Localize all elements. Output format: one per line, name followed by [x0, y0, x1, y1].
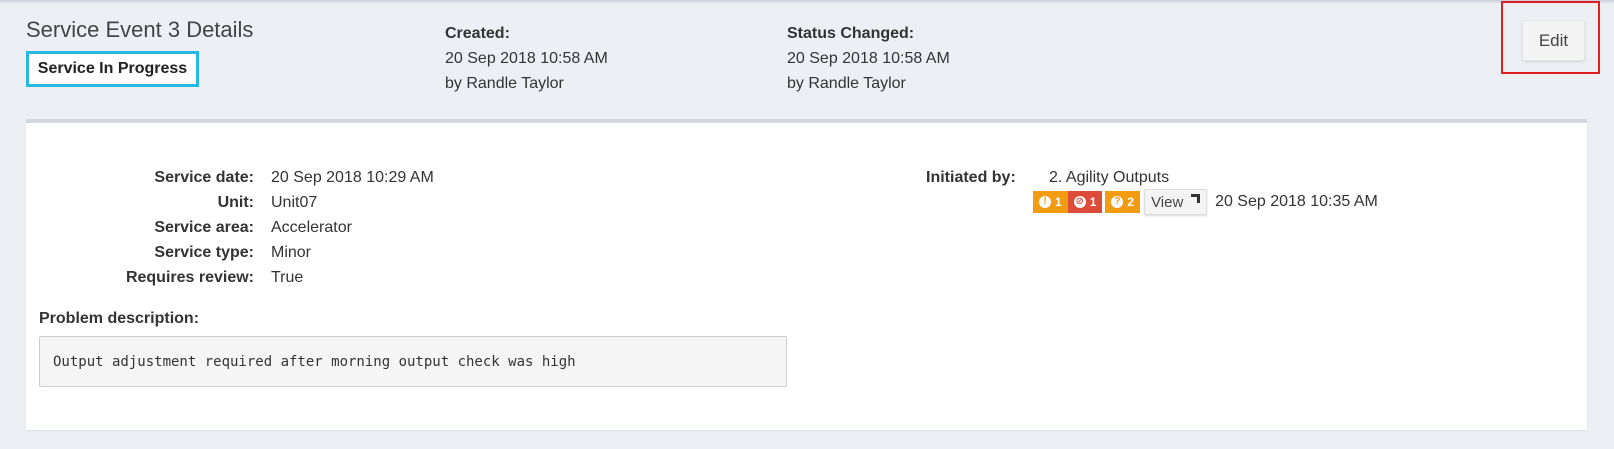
created-info: Created: 20 Sep 2018 10:58 AM by Randle …: [445, 21, 608, 96]
badge-count: 1: [1055, 195, 1062, 209]
question-badge: ? 2: [1105, 191, 1141, 213]
created-label: Created:: [445, 25, 510, 42]
created-datetime: 20 Sep 2018 10:58 AM: [445, 50, 608, 67]
badge-count: 1: [1089, 195, 1097, 209]
edit-highlight: Edit: [1501, 1, 1600, 74]
status-changed-datetime: 20 Sep 2018 10:58 AM: [787, 50, 950, 67]
detail-label: Service area:: [154, 219, 254, 236]
detail-row-service-type: Service type: Minor: [39, 240, 639, 265]
detail-label: Requires review:: [125, 269, 254, 286]
detail-row-unit: Unit: Unit07: [39, 190, 639, 215]
details-panel: Service date: 20 Sep 2018 10:29 AM Unit:…: [26, 119, 1587, 430]
status-changed-label: Status Changed:: [787, 25, 915, 42]
test-list-badges: ! 1 ⊘ 1 ? 2 View 20 Sep 2018 10:35 AM: [1033, 189, 1378, 215]
ban-icon: ⊘: [1073, 196, 1086, 208]
detail-value: Accelerator: [271, 219, 352, 236]
badge-count: 2: [1127, 195, 1135, 209]
problem-description-box: Output adjustment required after morning…: [39, 336, 787, 387]
status-badge: Service In Progress: [26, 51, 199, 87]
detail-value: 20 Sep 2018 10:29 AM: [271, 169, 434, 186]
page-title: Service Event 3 Details: [26, 17, 254, 42]
view-button[interactable]: View: [1144, 189, 1208, 215]
detail-value: Unit07: [271, 194, 318, 211]
question-icon: ?: [1111, 196, 1124, 208]
view-datetime: 20 Sep 2018 10:35 AM: [1215, 193, 1378, 210]
detail-row-service-date: Service date: 20 Sep 2018 10:29 AM: [39, 165, 639, 190]
detail-label: Unit:: [217, 194, 254, 211]
status-changed-info: Status Changed: 20 Sep 2018 10:58 AM by …: [787, 21, 950, 96]
detail-row-service-area: Service area: Accelerator: [39, 215, 639, 240]
initiated-link[interactable]: 2. Agility Outputs: [1049, 165, 1169, 190]
detail-row-requires-review: Requires review: True: [39, 265, 639, 290]
problem-description-label: Problem description:: [39, 310, 200, 327]
view-label: View: [1151, 193, 1184, 211]
exclamation-icon: !: [1039, 196, 1051, 208]
page-header: Service Event 3 Details Service In Progr…: [0, 0, 1614, 120]
detail-value: Minor: [271, 244, 312, 261]
edit-button[interactable]: Edit: [1522, 20, 1585, 61]
details-list: Service date: 20 Sep 2018 10:29 AM Unit:…: [39, 165, 639, 290]
detail-value: True: [271, 269, 304, 286]
external-link-icon: [1191, 194, 1201, 203]
fail-badge: ⊘ 1: [1067, 191, 1103, 213]
created-by: by Randle Taylor: [445, 75, 564, 92]
status-changed-by: by Randle Taylor: [787, 75, 906, 92]
detail-label: Service date:: [154, 169, 254, 186]
detail-label: Service type:: [154, 244, 254, 261]
initiated-label: Initiated by:: [926, 169, 1016, 186]
action-badge: ! 1: [1033, 191, 1068, 213]
